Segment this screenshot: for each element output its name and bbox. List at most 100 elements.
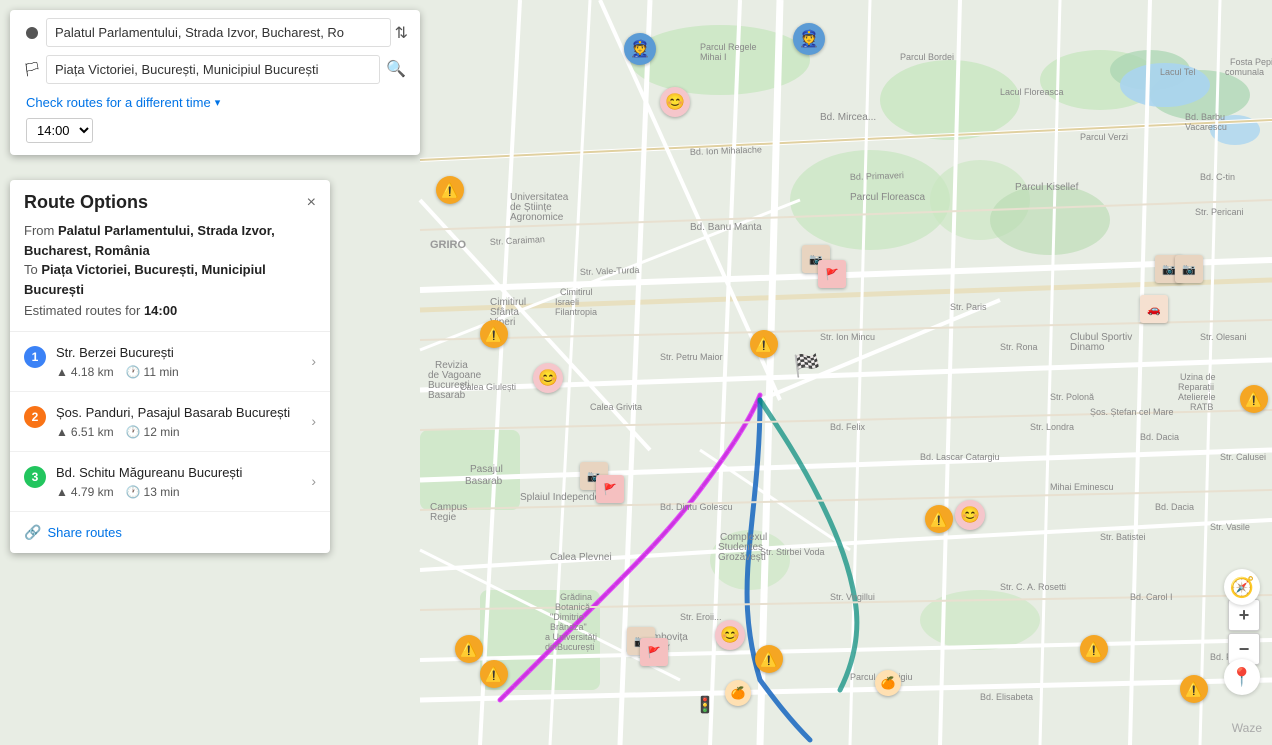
camera-marker-8[interactable]: 🚩 xyxy=(640,638,668,666)
svg-text:Bd. Dacia: Bd. Dacia xyxy=(1140,432,1179,442)
camera-marker-4[interactable]: 🚗 xyxy=(1140,295,1168,323)
warning-marker-8[interactable]: ⚠️ xyxy=(755,645,783,673)
route-meta-1: ▲ 4.18 km 🕐 11 min xyxy=(56,365,311,379)
route-estimated: Estimated routes for 14:00 xyxy=(24,301,316,321)
waze-char-3[interactable]: 😊 xyxy=(955,500,985,530)
warning-marker-6[interactable]: ⚠️ xyxy=(455,635,483,663)
warning-marker-2[interactable]: ⚠️ xyxy=(480,320,508,348)
swap-button[interactable]: ⇅ xyxy=(391,21,412,45)
svg-text:Bd. C-tin: Bd. C-tin xyxy=(1200,172,1235,182)
route-duration-3: 🕐 13 min xyxy=(126,485,180,499)
road-icon-3: ▲ xyxy=(56,485,68,499)
svg-text:"Dimitrie: "Dimitrie xyxy=(550,612,584,622)
road-icon-2: ▲ xyxy=(56,425,68,439)
police-marker-1[interactable]: 👮 xyxy=(624,33,656,65)
warning-marker-7[interactable]: ⚠️ xyxy=(480,660,508,688)
svg-text:Str. Eroii...: Str. Eroii... xyxy=(680,612,722,622)
svg-text:GRIRO: GRIRO xyxy=(430,239,467,251)
route-distance-2: ▲ 6.51 km xyxy=(56,425,114,439)
route-info-2: Șos. Panduri, Pasajul Basarab București … xyxy=(56,404,311,439)
traffic-1: 🚦 xyxy=(695,695,715,715)
route-distance-1: ▲ 4.18 km xyxy=(56,365,114,379)
svg-text:Str. Londra: Str. Londra xyxy=(1030,422,1074,432)
to-value: Piața Victoriei, București, Municipiul B… xyxy=(24,262,266,297)
warning-marker-1[interactable]: ⚠️ xyxy=(436,176,464,204)
svg-text:Pasajul: Pasajul xyxy=(470,464,503,475)
svg-text:Str. Rona: Str. Rona xyxy=(1000,342,1038,352)
svg-text:Str. Polonă: Str. Polonă xyxy=(1050,392,1094,402)
svg-text:Str. C. A. Rosetti: Str. C. A. Rosetti xyxy=(1000,582,1066,592)
clock-icon-1: 🕐 xyxy=(126,365,141,379)
time-select[interactable]: 14:00 14:30 15:00 15:30 xyxy=(26,118,93,143)
svg-text:Bd. Felix: Bd. Felix xyxy=(830,422,866,432)
svg-text:comunala: comunala xyxy=(1225,67,1264,77)
route-item-3[interactable]: 3 Bd. Schitu Măgureanu București ▲ 4.79 … xyxy=(10,452,330,512)
warning-marker-10[interactable]: ⚠️ xyxy=(1180,675,1208,703)
search-panel: ⇅ 🏳 🔍 Check routes for a different time … xyxy=(10,10,420,155)
route-panel-title: Route Options xyxy=(24,192,148,213)
hazard-marker-1[interactable]: 🍊 xyxy=(725,680,751,706)
warning-marker-9[interactable]: ⚠️ xyxy=(1080,635,1108,663)
camera-marker-6[interactable]: 🚩 xyxy=(596,475,624,503)
share-icon: 🔗 xyxy=(24,524,41,541)
svg-text:Str. Paris: Str. Paris xyxy=(950,302,987,312)
svg-text:Bd. Elisabeta: Bd. Elisabeta xyxy=(980,692,1033,702)
svg-text:a Universități: a Universități xyxy=(545,632,597,642)
svg-text:Mihai Eminescu: Mihai Eminescu xyxy=(1050,482,1114,492)
hazard-marker-2[interactable]: 🍊 xyxy=(875,670,901,696)
svg-text:Filantropia: Filantropia xyxy=(555,307,597,317)
origin-input[interactable] xyxy=(46,18,391,47)
clock-icon-3: 🕐 xyxy=(126,485,141,499)
check-routes-link[interactable]: Check routes for a different time xyxy=(26,95,211,110)
police-marker-2[interactable]: 👮 xyxy=(793,23,825,55)
route-badge-1: 1 xyxy=(24,346,46,368)
compass-button[interactable]: 🧭 xyxy=(1224,569,1260,605)
svg-text:dinBucurești: dinBucurești xyxy=(545,642,595,652)
destination-input[interactable] xyxy=(46,55,380,84)
route-chevron-3: › xyxy=(311,473,316,489)
check-routes-row: Check routes for a different time ▾ xyxy=(18,91,412,114)
origin-icon xyxy=(18,19,46,47)
svg-text:Bd. Dacia: Bd. Dacia xyxy=(1155,502,1194,512)
my-location-button[interactable]: 📍 xyxy=(1224,659,1260,695)
svg-text:Regie: Regie xyxy=(430,512,457,523)
road-icon-1: ▲ xyxy=(56,365,68,379)
waze-char-4[interactable]: 😊 xyxy=(715,620,745,650)
camera-marker-3[interactable]: 📷 xyxy=(1175,255,1203,283)
search-button[interactable]: 🔍 xyxy=(380,53,412,85)
svg-text:Parcul Floreasca: Parcul Floreasca xyxy=(850,192,925,203)
svg-text:Brândza": Brândza" xyxy=(550,622,587,632)
waze-char-2[interactable]: 😊 xyxy=(533,363,563,393)
svg-text:Str. Vasile: Str. Vasile xyxy=(1210,522,1250,532)
route-chevron-1: › xyxy=(311,353,316,369)
svg-text:Lacul Tel: Lacul Tel xyxy=(1160,67,1195,77)
svg-text:Israeli: Israeli xyxy=(555,297,579,307)
time-row: 14:00 14:30 15:00 15:30 xyxy=(18,114,412,147)
flag-marker-1[interactable]: 🚩 xyxy=(818,260,846,288)
share-routes-link[interactable]: Share routes xyxy=(47,525,121,540)
close-route-panel-button[interactable]: × xyxy=(307,195,316,211)
svg-text:Calea Plevnei: Calea Plevnei xyxy=(550,552,612,563)
svg-text:Agronomice: Agronomice xyxy=(510,212,564,223)
route-badge-2: 2 xyxy=(24,406,46,428)
svg-text:Parcul Kisellef: Parcul Kisellef xyxy=(1015,182,1079,193)
route-item-1[interactable]: 1 Str. Berzei București ▲ 4.18 km 🕐 11 m… xyxy=(10,332,330,392)
route-duration-2: 🕐 12 min xyxy=(126,425,180,439)
svg-text:Șos. Ștefan cel Mare: Șos. Ștefan cel Mare xyxy=(1090,407,1174,417)
warning-marker-4[interactable]: ⚠️ xyxy=(1240,385,1268,413)
route-meta-3: ▲ 4.79 km 🕐 13 min xyxy=(56,485,311,499)
svg-text:Lacul Floreasca: Lacul Floreasca xyxy=(1000,87,1064,97)
warning-marker-3[interactable]: ⚠️ xyxy=(750,330,778,358)
estimated-time: 14:00 xyxy=(144,303,177,318)
svg-text:Uzina de: Uzina de xyxy=(1180,372,1216,382)
route-info-3: Bd. Schitu Măgureanu București ▲ 4.79 km… xyxy=(56,464,311,499)
route-chevron-2: › xyxy=(311,413,316,429)
route-name-3: Bd. Schitu Măgureanu București xyxy=(56,464,311,482)
route-meta-2: ▲ 6.51 km 🕐 12 min xyxy=(56,425,311,439)
svg-text:Str. Virgillui: Str. Virgillui xyxy=(830,592,875,602)
warning-marker-5[interactable]: ⚠️ xyxy=(925,505,953,533)
waze-char-1[interactable]: 😊 xyxy=(660,87,690,117)
svg-text:Str. Pericani: Str. Pericani xyxy=(1195,207,1244,217)
route-item-2[interactable]: 2 Șos. Panduri, Pasajul Basarab Bucureșt… xyxy=(10,392,330,452)
svg-text:Str. Ion Mincu: Str. Ion Mincu xyxy=(820,332,875,342)
